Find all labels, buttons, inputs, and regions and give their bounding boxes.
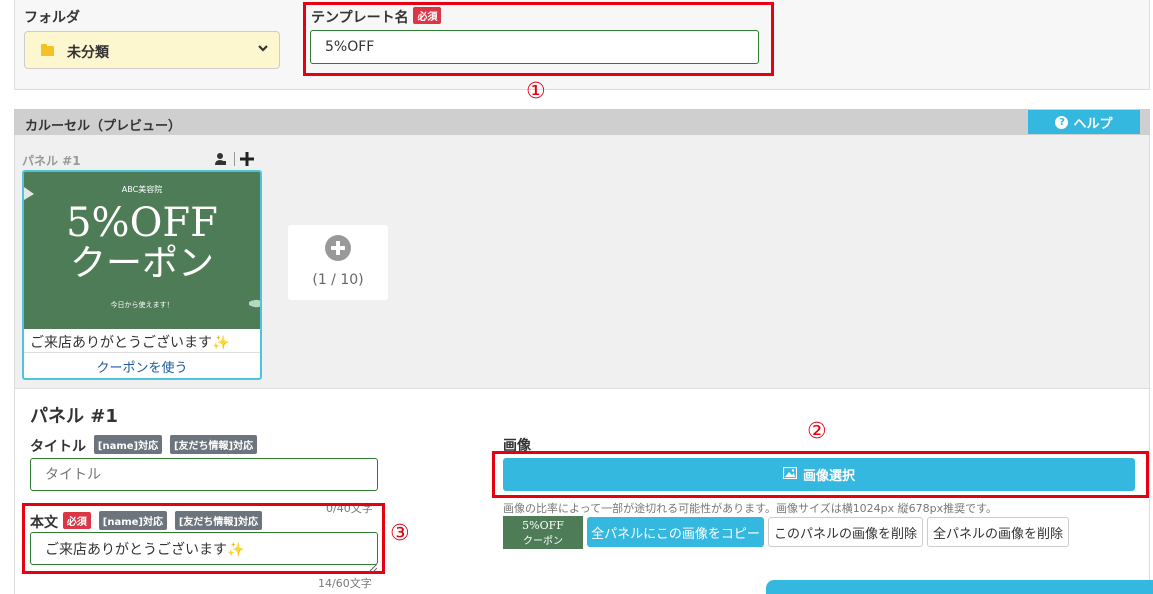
- delete-this-panel-image-button[interactable]: このパネルの画像を削除: [768, 517, 923, 547]
- required-badge: 必須: [413, 7, 442, 24]
- name-tag: [name]対応: [93, 435, 163, 454]
- body-friend-info-tag: [友だち情報]対応: [174, 511, 262, 530]
- template-name-input[interactable]: 5%OFF: [310, 30, 759, 64]
- card-image: ABC美容院 5%OFF クーポン 今日から使えます！: [24, 172, 260, 329]
- carousel-header: [14, 109, 1150, 135]
- plus-icon[interactable]: [240, 151, 254, 166]
- icon-divider: [234, 152, 235, 166]
- chevron-down-icon: [257, 42, 269, 57]
- floating-chat-tab[interactable]: [766, 580, 1153, 594]
- title-label: タイトル [name]対応 [友だち情報]対応: [30, 435, 258, 456]
- add-panel-button[interactable]: (1 / 10): [288, 225, 388, 300]
- user-settings-icon[interactable]: [212, 151, 228, 167]
- editor-border-right: [1149, 389, 1150, 594]
- folder-selected-value: 未分類: [67, 45, 109, 61]
- card-image-sub-text: 今日から使えます！: [110, 301, 174, 309]
- card-body-text: ご来店ありがとうございます✨: [30, 335, 230, 351]
- resize-handle-icon[interactable]: [368, 557, 378, 573]
- editor-border-left: [14, 389, 15, 594]
- thumb-line2: クーポン: [523, 536, 563, 547]
- card-action-link[interactable]: クーポンを使う: [24, 357, 260, 376]
- help-button[interactable]: ? ヘルプ: [1028, 110, 1140, 134]
- image-select-button[interactable]: 画像選択: [503, 458, 1135, 491]
- marker-2: ②: [807, 419, 827, 444]
- card-image-small-text: ABC美容院: [121, 185, 163, 194]
- body-char-counter: 14/60文字: [318, 577, 372, 590]
- panel-editor-heading: パネル #1: [30, 406, 118, 427]
- title-input[interactable]: [30, 458, 378, 491]
- marker-3: ③: [390, 521, 410, 546]
- image-note: 画像の比率によって一部が途切れる可能性があります。画像サイズは横1024px 縦…: [503, 502, 998, 515]
- template-name-label: テンプレート名 必須: [311, 7, 442, 27]
- body-required-badge: 必須: [62, 512, 91, 529]
- carousel-card[interactable]: ABC美容院 5%OFF クーポン 今日から使えます！ ご来店ありがとうございま…: [22, 170, 262, 380]
- question-circle-icon: ?: [1055, 115, 1069, 129]
- copy-to-all-panels-button[interactable]: 全パネルにこの画像をコピー: [587, 517, 764, 547]
- plus-circle-icon: [324, 234, 352, 262]
- panel-counter: (1 / 10): [312, 272, 364, 288]
- image-thumbnail: 5%OFF クーポン: [503, 516, 583, 549]
- body-textarea[interactable]: ご来店ありがとうございます✨: [30, 532, 378, 565]
- panel-tab-label: パネル #1: [22, 154, 81, 168]
- folder-label: フォルダ: [24, 10, 80, 26]
- folder-icon: [41, 44, 54, 56]
- friend-info-tag: [友だち情報]対応: [169, 435, 258, 454]
- image-icon: [782, 466, 798, 483]
- thumb-line1: 5%OFF: [522, 519, 564, 532]
- card-divider: [24, 352, 260, 353]
- card-image-big-line2: クーポン: [69, 243, 214, 284]
- body-name-tag: [name]対応: [98, 511, 167, 530]
- card-image-big-line1: 5%OFF: [66, 200, 218, 246]
- delete-all-panel-images-button[interactable]: 全パネルの画像を削除: [927, 517, 1069, 547]
- carousel-title: カルーセル（プレビュー）: [25, 119, 182, 134]
- folder-select[interactable]: 未分類: [24, 31, 280, 69]
- marker-1: ①: [526, 79, 546, 104]
- body-label: 本文 必須 [name]対応 [友だち情報]対応: [30, 511, 262, 532]
